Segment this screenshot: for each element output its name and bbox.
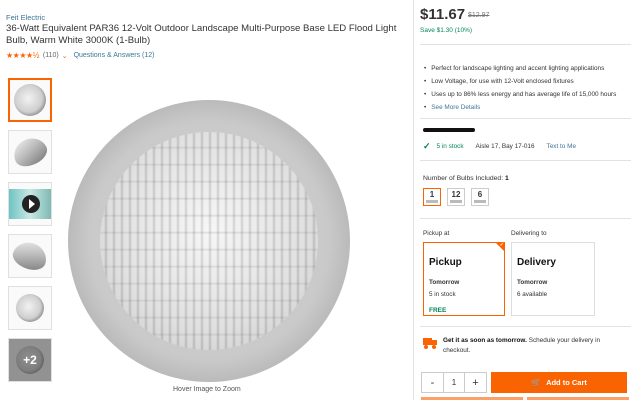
delivery-option-card[interactable]: Delivery Tomorrow 6 available xyxy=(511,242,595,316)
bulb-angle-image xyxy=(9,237,51,275)
delivery-when: Tomorrow xyxy=(517,279,548,286)
decrease-quantity-button[interactable]: - xyxy=(422,373,443,392)
brand-link[interactable]: Feit Electric xyxy=(6,13,45,22)
current-price: $11.67 xyxy=(420,6,466,23)
text-to-me-link[interactable]: Text to Me xyxy=(547,143,576,150)
check-icon: ✓ xyxy=(499,242,504,248)
bulb-swatch xyxy=(450,200,462,203)
aisle-location: Aisle 17, Bay 17-016 xyxy=(475,143,535,150)
increase-quantity-button[interactable]: + xyxy=(465,373,486,392)
bulb-lens xyxy=(100,132,318,350)
bulb-option-label: 6 xyxy=(477,190,483,199)
shipping-text: Get it as soon as tomorrow. Schedule you… xyxy=(443,336,623,356)
highlights-list: Perfect for landscape lighting and accen… xyxy=(424,62,616,114)
divider xyxy=(420,160,631,161)
add-to-cart-label: Add to Cart xyxy=(546,378,587,387)
see-more-details-link[interactable]: See More Details xyxy=(424,101,616,114)
divider xyxy=(420,218,631,219)
was-price: $12.97 xyxy=(468,12,490,19)
store-stock-row: ✓ 5 in stock Aisle 17, Bay 17-016 Text t… xyxy=(423,141,576,152)
add-to-cart-button[interactable]: 🛒 Add to Cart xyxy=(491,372,627,393)
savings-text: Save $1.30 (10%) xyxy=(420,27,473,34)
bulb-option-label: 1 xyxy=(429,190,435,199)
shipping-info: Get it as soon as tomorrow. Schedule you… xyxy=(423,336,623,356)
quantity-input[interactable]: 1 xyxy=(443,373,465,392)
pickup-option-card[interactable]: ✓ Pickup Tomorrow 5 in stock FREE xyxy=(423,242,505,316)
product-title: 36-Watt Equivalent PAR36 12-Volt Outdoor… xyxy=(6,23,397,46)
delivering-to-label: Delivering to xyxy=(511,230,547,237)
thumbnail-video[interactable] xyxy=(8,182,52,226)
bulb-option-label: 12 xyxy=(451,190,461,199)
questions-answers-link[interactable]: Questions & Answers (12) xyxy=(74,52,155,59)
pickup-at-label: Pickup at xyxy=(423,230,450,237)
divider xyxy=(420,326,631,327)
shipping-bold: Get it as soon as tomorrow. xyxy=(443,337,527,344)
highlight-item: Low Voltage, for use with 12-Volt enclos… xyxy=(424,75,616,88)
product-page: Feit Electric 36-Watt Equivalent PAR36 1… xyxy=(0,0,631,400)
divider xyxy=(420,44,631,45)
bulb-option-12[interactable]: 12 xyxy=(447,188,465,206)
main-product-image[interactable] xyxy=(68,100,350,382)
thumbnail-1[interactable] xyxy=(8,78,52,122)
bulb-option-6[interactable]: 6 xyxy=(471,188,489,206)
column-divider xyxy=(413,0,414,400)
video-thumbnail-image xyxy=(9,189,51,219)
bulbs-selected-value: 1 xyxy=(505,175,509,182)
bulb-option-1[interactable]: 1 xyxy=(423,188,441,206)
thumbnail-2[interactable] xyxy=(8,130,52,174)
bulb-swatch xyxy=(474,200,486,203)
hover-zoom-hint: Hover Image to Zoom xyxy=(173,386,241,393)
pickup-cost: FREE xyxy=(429,307,447,314)
cart-icon: 🛒 xyxy=(531,378,542,387)
bulb-top-image xyxy=(16,294,44,322)
bulbs-included-label: Number of Bulbs Included: 1 xyxy=(423,175,509,182)
store-name-redacted[interactable] xyxy=(423,128,475,132)
chevron-down-icon[interactable]: ⌄ xyxy=(62,52,68,60)
pickup-title: Pickup xyxy=(429,257,462,268)
truck-icon xyxy=(423,338,437,349)
bulb-front-image xyxy=(14,84,46,116)
rating-row: ★★★★½ (110) ⌄ Questions & Answers (12) xyxy=(6,51,155,60)
pickup-when: Tomorrow xyxy=(429,279,460,286)
divider xyxy=(420,118,631,119)
bulb-count-options: 1 12 6 xyxy=(423,188,489,206)
thumbnail-5[interactable] xyxy=(8,286,52,330)
delivery-title: Delivery xyxy=(517,257,556,268)
quantity-stepper: - 1 + xyxy=(421,372,487,393)
play-icon[interactable] xyxy=(22,195,40,213)
highlight-item: Perfect for landscape lighting and accen… xyxy=(424,62,616,75)
thumbnail-4[interactable] xyxy=(8,234,52,278)
highlight-item: Uses up to 86% less energy and has avera… xyxy=(424,88,616,101)
review-count[interactable]: (110) xyxy=(43,52,59,59)
delivery-stock: 6 available xyxy=(517,291,548,298)
bulbs-label-text: Number of Bulbs Included: xyxy=(423,175,504,182)
check-icon: ✓ xyxy=(423,141,431,151)
in-stock-text: 5 in stock xyxy=(436,143,464,150)
more-images-count: +2 xyxy=(9,339,51,381)
bulb-swatch xyxy=(426,200,438,203)
bulb-side-image xyxy=(9,133,51,171)
star-rating-icon[interactable]: ★★★★½ xyxy=(6,51,39,60)
pickup-stock: 5 in stock xyxy=(429,291,456,298)
thumbnail-more[interactable]: +2 xyxy=(8,338,52,382)
